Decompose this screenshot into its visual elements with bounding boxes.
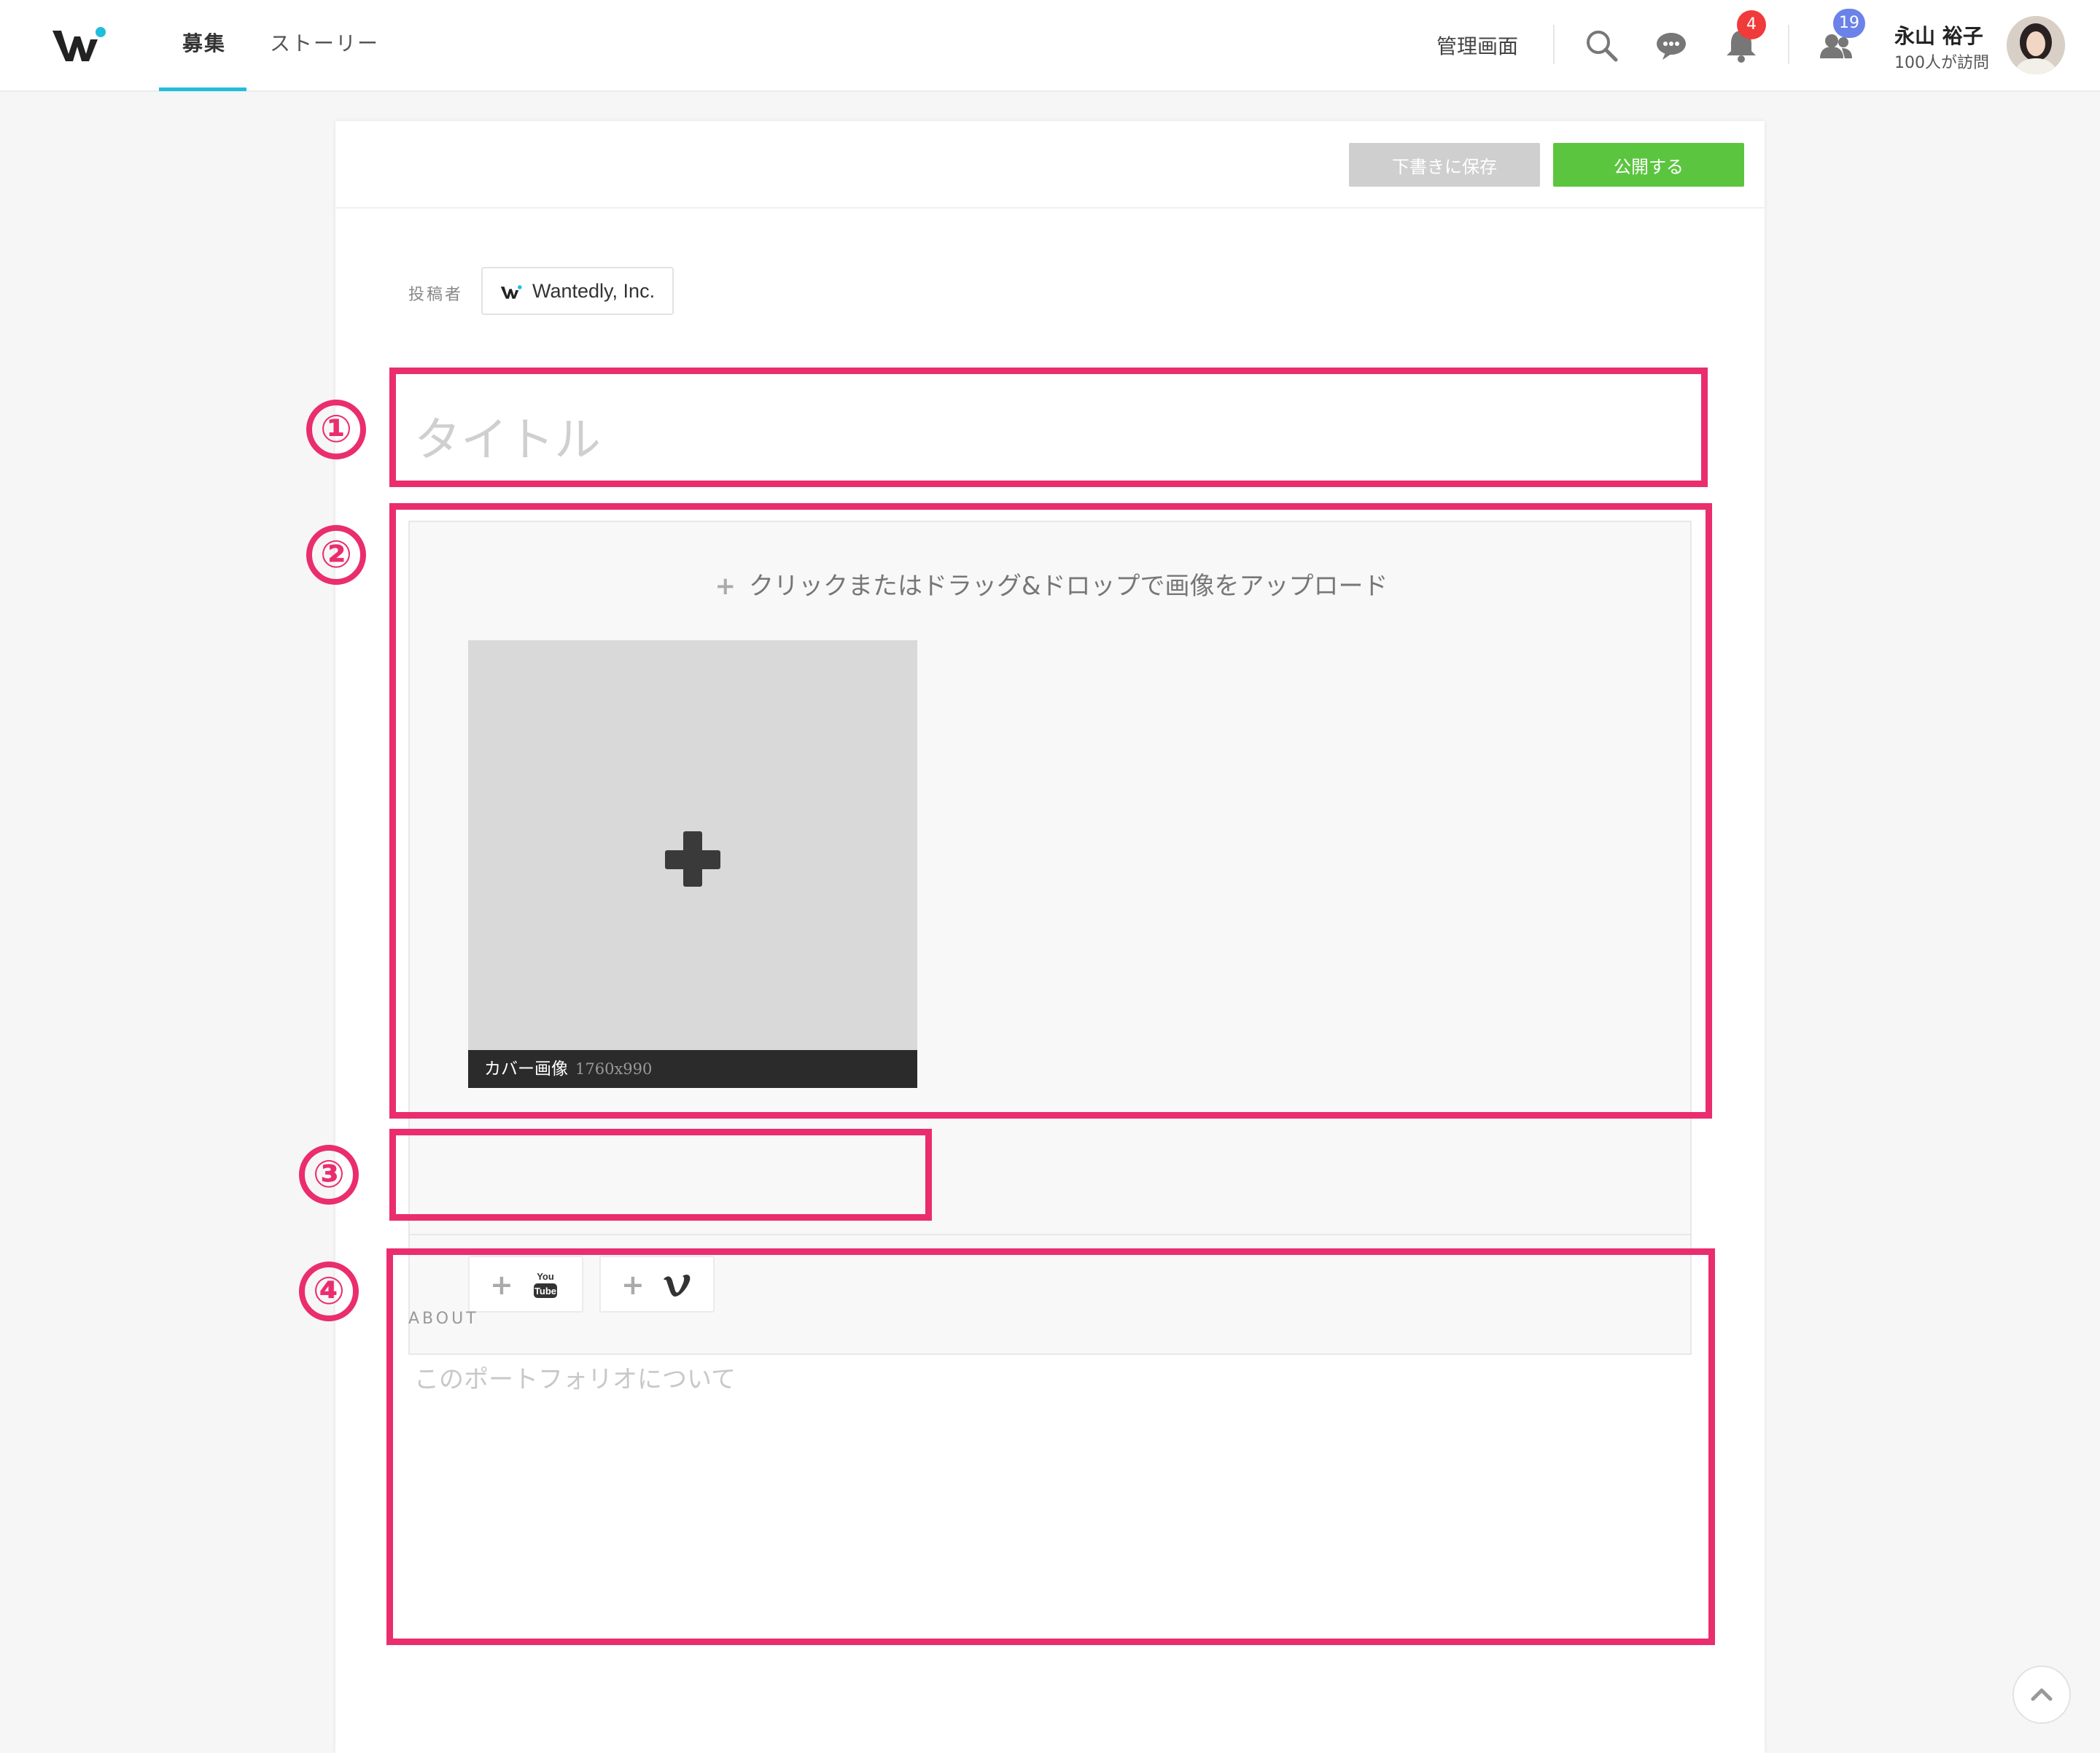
chevron-up-icon [2031, 1688, 2053, 1701]
annotation-frame-video [389, 1129, 932, 1221]
search-icon[interactable] [1581, 25, 1622, 66]
publish-button[interactable]: 公開する [1553, 143, 1744, 187]
save-draft-button[interactable]: 下書きに保存 [1349, 143, 1540, 187]
chat-icon[interactable] [1651, 25, 1692, 66]
scroll-to-top-button[interactable] [2012, 1665, 2071, 1724]
top-nav: 募集 ストーリー 管理画面 4 19 永山 裕子 100人が訪問 [0, 0, 2100, 92]
user-name[interactable]: 永山 裕子 [1894, 20, 1983, 50]
avatar-image [2007, 16, 2065, 74]
annotation-frame-about [386, 1248, 1715, 1645]
wantedly-logo[interactable] [51, 26, 106, 64]
annotation-number-2: ② [306, 525, 366, 585]
tab-jobs[interactable]: 募集 [182, 28, 226, 57]
poster-label: 投稿者 [408, 286, 464, 304]
admin-link[interactable]: 管理画面 [1436, 31, 1518, 60]
editor-toolbar: 下書きに保存 公開する [335, 121, 1765, 209]
visitor-count-text[interactable]: 100人が訪問 [1894, 50, 1989, 73]
nav-divider [1788, 25, 1789, 64]
active-tab-indicator [159, 88, 246, 91]
annotation-frame-upload [389, 503, 1712, 1119]
annotation-number-1: ① [306, 400, 366, 459]
avatar[interactable] [2007, 16, 2065, 74]
annotation-number-3: ③ [299, 1145, 359, 1205]
annotation-frame-title [389, 368, 1708, 487]
notification-badge: 4 [1737, 10, 1766, 39]
wantedly-logo [500, 285, 522, 299]
nav-divider [1553, 25, 1555, 64]
poster-selector[interactable]: Wantedly, Inc. [481, 267, 674, 315]
poster-name: Wantedly, Inc. [532, 280, 656, 302]
visitor-badge: 19 [1833, 9, 1865, 38]
tab-stories[interactable]: ストーリー [270, 28, 379, 57]
annotation-number-4: ④ [299, 1262, 359, 1321]
